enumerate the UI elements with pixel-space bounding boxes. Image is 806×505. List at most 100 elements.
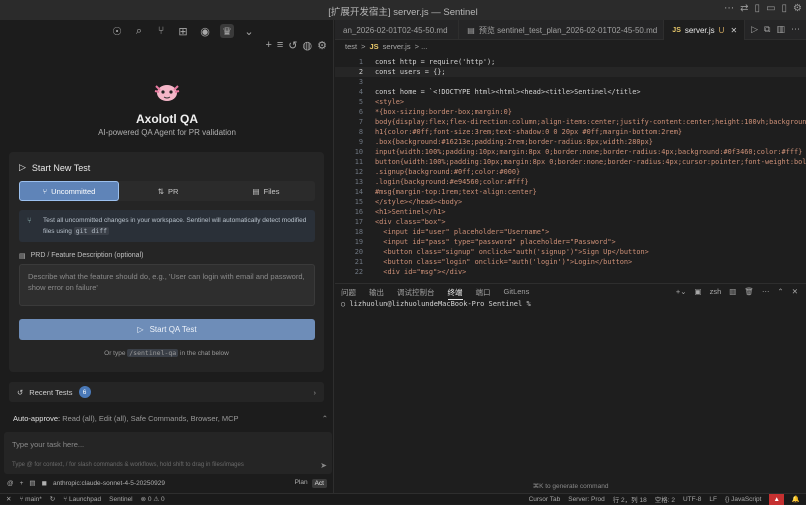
prd-textarea[interactable]: Describe what the feature should do, e.g…	[19, 264, 315, 306]
code-text: body{display:flex;flex-direction:column;…	[375, 118, 806, 126]
split-terminal-icon[interactable]: ▥	[729, 287, 736, 296]
code-line: 18 <input id="user" placeholder="Usernam…	[335, 227, 806, 237]
layout-panel-icon[interactable]: ▭	[766, 3, 775, 14]
tab-output[interactable]: 输出	[369, 287, 384, 300]
tab-preview[interactable]: ▤ 预览 sentinel_test_plan_2026-02-01T02-45-…	[459, 20, 665, 40]
trash-icon[interactable]: 🗑	[744, 287, 754, 296]
plan-act-toggle: Plan Act	[295, 478, 327, 488]
tab-problems[interactable]: 问题	[341, 287, 356, 300]
code-editor[interactable]: 1 const http = require('http'); 2 const us…	[335, 55, 806, 281]
mode-files[interactable]: ▤ Files	[217, 181, 315, 201]
code-text: <div id="msg"></div>	[375, 268, 467, 276]
code-line: 11 button{width:100%;padding:10px;margin:…	[335, 157, 806, 167]
close-icon[interactable]: ✕	[730, 26, 737, 35]
swap-icon[interactable]: ⇄	[740, 3, 748, 14]
close-icon[interactable]: ✕	[792, 287, 798, 296]
cursor-tab[interactable]: Cursor Tab	[529, 496, 561, 503]
breadcrumb-folder[interactable]: test	[345, 42, 357, 51]
encoding[interactable]: UTF-8	[683, 496, 701, 503]
start-qa-label: Start QA Test	[149, 325, 197, 334]
recent-tests[interactable]: ↺ Recent Tests 6 ›	[9, 382, 324, 402]
maximize-icon[interactable]: ⌃	[777, 287, 783, 296]
remote-icon[interactable]: ◉	[198, 24, 212, 38]
line-number: 11	[354, 158, 363, 166]
line-number: 2	[358, 68, 363, 76]
extensions-icon[interactable]: ⊞	[176, 24, 190, 38]
document-icon: ▤	[19, 253, 26, 260]
gear-icon[interactable]: ⚙	[317, 39, 327, 52]
copy-icon[interactable]: ⧉	[764, 24, 770, 35]
chevron-right-icon: ›	[313, 387, 317, 397]
panel-tabs: 问题 输出 调试控制台 终端 端口 GitLens	[341, 287, 529, 300]
remote-icon[interactable]: ✕	[6, 495, 11, 503]
language-mode[interactable]: {} JavaScript	[725, 496, 762, 503]
mode-pr[interactable]: ⇅ PR	[119, 181, 217, 201]
at-icon[interactable]: @	[7, 480, 14, 487]
more-icon[interactable]: ⋯	[791, 24, 800, 35]
more-icon[interactable]: ⋯	[724, 3, 734, 14]
breadcrumb-file[interactable]: server.js	[383, 42, 411, 51]
sync-icon[interactable]: ↻	[50, 495, 55, 503]
branch-name: main*	[25, 495, 42, 503]
code-line: 5 <style>	[335, 97, 806, 107]
mode-label: Uncommitted	[51, 186, 96, 196]
code-line: 7 body{display:flex;flex-direction:column…	[335, 117, 806, 127]
more-icon[interactable]: ⋯	[762, 287, 770, 296]
panel-toolbar: + ≡ ↺ ◍ ⚙	[265, 39, 327, 52]
copilot-icon[interactable]: ☉	[110, 24, 124, 38]
start-qa-button[interactable]: ▷ Start QA Test	[19, 319, 315, 340]
problems-count[interactable]: ⊗ 0 ⚠ 0	[141, 495, 165, 503]
terminal-prompt[interactable]: ○ lizhuolun@lizhuolundeMacBook-Pro Senti…	[341, 300, 531, 308]
launchpad-item[interactable]: ⑂ Launchpad	[63, 496, 101, 503]
history-icon[interactable]: ↺	[288, 39, 297, 52]
split-editor-icon[interactable]: ▥	[776, 24, 785, 35]
list-icon[interactable]: ≡	[277, 39, 283, 52]
auto-approve[interactable]: Auto-approve: Read (all), Edit (all), Sa…	[13, 414, 328, 423]
project-name[interactable]: Sentinel	[109, 496, 133, 503]
search-icon[interactable]: ⌕	[132, 24, 146, 38]
layout-sidebar-icon[interactable]: ▯	[755, 3, 761, 14]
tab-terminal[interactable]: 终端	[447, 287, 463, 300]
play-icon: ▷	[137, 325, 144, 334]
tab-gitlens[interactable]: GitLens	[504, 287, 530, 300]
tab-ports[interactable]: 端口	[476, 287, 491, 300]
mode-uncommitted[interactable]: ⑂ Uncommitted	[19, 181, 119, 201]
run-icon[interactable]: ▷	[751, 24, 758, 35]
warning-icon[interactable]: ▲	[769, 493, 784, 505]
settings-icon[interactable]: ⚙	[793, 3, 802, 14]
code-text: .signup{background:#0ff;color:#000}	[375, 168, 521, 176]
terminal-icon: ▣	[694, 287, 702, 296]
auto-approve-value: Read (all), Edit (all), Safe Commands, B…	[62, 414, 239, 423]
model-selector[interactable]: anthropic:claude-sonnet-4-5-20250929	[53, 480, 165, 487]
plan-button[interactable]: Plan	[295, 479, 308, 488]
layout-secondary-icon[interactable]: ▯	[782, 3, 788, 14]
tab-server-js[interactable]: JS server.js U ✕	[664, 20, 746, 40]
code-line: 10 input{width:100%;padding:10px;margin:8…	[335, 147, 806, 157]
plus-icon[interactable]: +	[265, 39, 271, 52]
mode-label: PR	[167, 186, 179, 196]
axolotl-icon[interactable]: ♛	[220, 24, 234, 38]
shell-name[interactable]: zsh	[710, 287, 722, 296]
account-icon[interactable]: ◍	[303, 39, 313, 52]
new-terminal-icon[interactable]: +⌄	[676, 287, 687, 296]
editor-actions: ▷ ⧉ ▥ ⋯	[745, 20, 806, 39]
code-line: 15 </style></head><body>	[335, 197, 806, 207]
code-text: <button class="signup" onclick="auth('si…	[375, 248, 649, 256]
end-of-line[interactable]: LF	[709, 496, 717, 503]
chevron-down-icon[interactable]: ⌄	[242, 24, 256, 38]
server-icon[interactable]: ▤	[29, 479, 35, 487]
tab-debug-console[interactable]: 调试控制台	[397, 287, 435, 300]
tab-test-plan[interactable]: an_2026-02-01T02-45-50.md	[335, 20, 460, 40]
panel-actions: +⌄ ▣ zsh ▥ 🗑 ⋯ ⌃ ✕	[676, 287, 798, 296]
bell-icon[interactable]: 🔔	[792, 495, 800, 503]
chat-input[interactable]: Type your task here... Type @ for contex…	[4, 432, 332, 474]
act-button[interactable]: Act	[311, 478, 327, 488]
branch-item[interactable]: ⑂ main*	[19, 496, 41, 503]
source-control-icon[interactable]: ⑂	[154, 24, 168, 38]
plus-icon[interactable]: +	[20, 480, 24, 487]
server-status[interactable]: Server: Prod	[568, 496, 605, 503]
cursor-position[interactable]: 行 2，列 18	[613, 494, 647, 504]
indentation[interactable]: 空格: 2	[655, 494, 675, 504]
send-icon[interactable]: ➤	[320, 461, 327, 470]
breadcrumb-separator: >	[361, 42, 366, 51]
